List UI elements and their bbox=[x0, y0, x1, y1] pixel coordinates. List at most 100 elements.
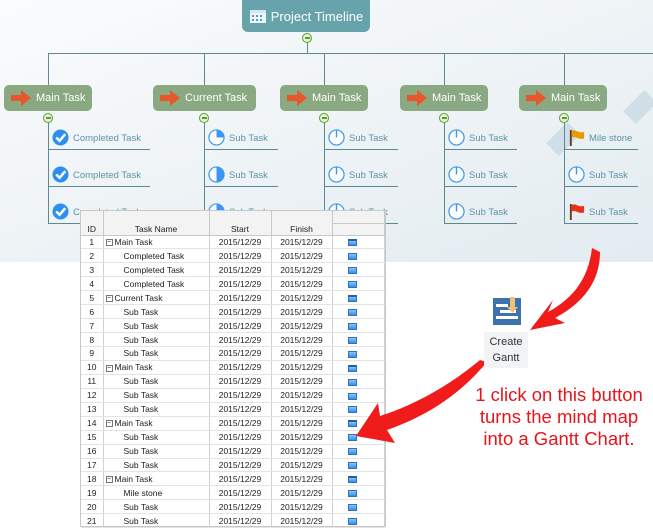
finish-date[interactable]: 2015/12/29 bbox=[271, 513, 333, 528]
gantt-bar[interactable] bbox=[347, 364, 357, 372]
finish-date[interactable]: 2015/12/29 bbox=[271, 360, 333, 375]
table-row[interactable]: 11 Sub Task 2015/12/29 2015/12/29 bbox=[81, 374, 385, 389]
table-row[interactable]: 20 Sub Task 2015/12/29 2015/12/29 bbox=[81, 499, 385, 515]
start-date[interactable]: 2015/12/29 bbox=[209, 318, 272, 334]
gantt-bar[interactable] bbox=[347, 476, 357, 484]
table-row[interactable]: 10− Main Task 2015/12/29 2015/12/29 bbox=[81, 360, 385, 375]
finish-date[interactable]: 2015/12/29 bbox=[271, 471, 333, 487]
collapse-toggle[interactable] bbox=[199, 113, 209, 123]
collapse-toggle[interactable] bbox=[559, 113, 569, 123]
table-row[interactable]: 6 Sub Task 2015/12/29 2015/12/29 bbox=[81, 304, 385, 320]
table-row[interactable]: 16 Sub Task 2015/12/29 2015/12/29 bbox=[81, 444, 385, 459]
collapse-box-icon[interactable]: − bbox=[105, 294, 113, 302]
gantt-bar[interactable] bbox=[347, 517, 357, 525]
branch-node[interactable]: Current Task bbox=[153, 85, 256, 111]
gantt-bar[interactable] bbox=[347, 378, 357, 386]
start-date[interactable]: 2015/12/29 bbox=[209, 332, 272, 347]
gantt-bar[interactable] bbox=[347, 336, 357, 344]
sub-topic[interactable]: Sub Task bbox=[204, 165, 278, 187]
table-row[interactable]: 13 Sub Task 2015/12/29 2015/12/29 bbox=[81, 402, 385, 417]
table-row[interactable]: 4 Completed Task 2015/12/29 2015/12/29 bbox=[81, 276, 385, 292]
start-date[interactable]: 2015/12/29 bbox=[209, 290, 272, 306]
table-row[interactable]: 3 Completed Task 2015/12/29 2015/12/29 bbox=[81, 262, 385, 278]
finish-date[interactable]: 2015/12/29 bbox=[271, 235, 333, 250]
start-date[interactable]: 2015/12/29 bbox=[209, 444, 272, 459]
gantt-bar[interactable] bbox=[347, 490, 357, 498]
col-header-id[interactable]: ID bbox=[81, 211, 104, 236]
create-gantt-button[interactable]: Create Gantt bbox=[484, 296, 528, 368]
start-date[interactable]: 2015/12/29 bbox=[209, 346, 272, 361]
table-row[interactable]: 8 Sub Task 2015/12/29 2015/12/29 bbox=[81, 332, 385, 347]
table-row[interactable]: 7 Sub Task 2015/12/29 2015/12/29 bbox=[81, 318, 385, 334]
collapse-toggle[interactable] bbox=[302, 33, 312, 43]
gantt-bar[interactable] bbox=[347, 462, 357, 470]
task-name-cell[interactable]: Completed Task bbox=[103, 276, 210, 292]
gantt-bar[interactable] bbox=[347, 308, 357, 316]
task-name-cell[interactable]: Sub Task bbox=[103, 513, 210, 528]
sub-topic[interactable]: Completed Task bbox=[48, 165, 150, 187]
start-date[interactable]: 2015/12/29 bbox=[209, 430, 272, 445]
gantt-bar[interactable] bbox=[347, 267, 357, 275]
start-date[interactable]: 2015/12/29 bbox=[209, 402, 272, 417]
task-name-cell[interactable]: − Main Task bbox=[103, 235, 210, 250]
sub-topic[interactable]: Sub Task bbox=[204, 128, 278, 150]
task-name-cell[interactable]: Sub Task bbox=[103, 318, 210, 334]
sub-topic[interactable]: Sub Task bbox=[324, 165, 398, 187]
sub-topic[interactable]: Sub Task bbox=[444, 128, 517, 150]
start-date[interactable]: 2015/12/29 bbox=[209, 276, 272, 292]
table-row[interactable]: 1− Main Task 2015/12/29 2015/12/29 bbox=[81, 235, 385, 250]
task-name-cell[interactable]: Sub Task bbox=[103, 430, 210, 445]
task-name-cell[interactable]: Sub Task bbox=[103, 346, 210, 361]
finish-date[interactable]: 2015/12/29 bbox=[271, 444, 333, 459]
table-row[interactable]: 14− Main Task 2015/12/29 2015/12/29 bbox=[81, 416, 385, 431]
finish-date[interactable]: 2015/12/29 bbox=[271, 276, 333, 292]
finish-date[interactable]: 2015/12/29 bbox=[271, 499, 333, 515]
finish-date[interactable]: 2015/12/29 bbox=[271, 346, 333, 361]
start-date[interactable]: 2015/12/29 bbox=[209, 235, 272, 250]
task-name-cell[interactable]: Sub Task bbox=[103, 388, 210, 403]
finish-date[interactable]: 2015/12/29 bbox=[271, 458, 333, 473]
gantt-bar[interactable] bbox=[347, 294, 357, 302]
task-name-cell[interactable]: Sub Task bbox=[103, 458, 210, 473]
finish-date[interactable]: 2015/12/29 bbox=[271, 290, 333, 306]
task-name-cell[interactable]: − Main Task bbox=[103, 471, 210, 487]
task-name-cell[interactable]: − Main Task bbox=[103, 360, 210, 375]
finish-date[interactable]: 2015/12/29 bbox=[271, 402, 333, 417]
col-header-finish[interactable]: Finish bbox=[271, 211, 333, 236]
start-date[interactable]: 2015/12/29 bbox=[209, 485, 272, 501]
finish-date[interactable]: 2015/12/29 bbox=[271, 416, 333, 431]
sub-topic[interactable]: Sub Task bbox=[564, 203, 638, 224]
col-header-task-name[interactable]: Task Name bbox=[103, 211, 210, 236]
sub-topic[interactable]: Sub Task bbox=[324, 128, 398, 150]
table-row[interactable]: 9 Sub Task 2015/12/29 2015/12/29 bbox=[81, 346, 385, 361]
table-row[interactable]: 21 Sub Task 2015/12/29 2015/12/29 bbox=[81, 513, 385, 528]
branch-node[interactable]: Main Task bbox=[280, 85, 368, 111]
finish-date[interactable]: 2015/12/29 bbox=[271, 262, 333, 278]
gantt-bar[interactable] bbox=[347, 253, 357, 261]
gantt-bar[interactable] bbox=[347, 434, 357, 442]
sub-topic[interactable]: Sub Task bbox=[564, 165, 638, 187]
table-row[interactable]: 15 Sub Task 2015/12/29 2015/12/29 bbox=[81, 430, 385, 445]
start-date[interactable]: 2015/12/29 bbox=[209, 304, 272, 320]
gantt-bar[interactable] bbox=[347, 322, 357, 330]
branch-node[interactable]: Main Task bbox=[519, 85, 607, 111]
task-name-cell[interactable]: Sub Task bbox=[103, 402, 210, 417]
task-name-cell[interactable]: Sub Task bbox=[103, 499, 210, 515]
finish-date[interactable]: 2015/12/29 bbox=[271, 374, 333, 389]
task-name-cell[interactable]: Completed Task bbox=[103, 248, 210, 264]
collapse-box-icon[interactable]: − bbox=[105, 476, 113, 484]
sub-topic[interactable]: Completed Task bbox=[48, 128, 150, 150]
branch-node[interactable]: Main Task bbox=[400, 85, 488, 111]
start-date[interactable]: 2015/12/29 bbox=[209, 248, 272, 264]
finish-date[interactable]: 2015/12/29 bbox=[271, 318, 333, 334]
collapse-toggle[interactable] bbox=[319, 113, 329, 123]
table-row[interactable]: 19 Mile stone 2015/12/29 2015/12/29 bbox=[81, 485, 385, 501]
collapse-box-icon[interactable]: − bbox=[105, 364, 113, 372]
task-name-cell[interactable]: − Main Task bbox=[103, 416, 210, 431]
gantt-bar[interactable] bbox=[347, 420, 357, 428]
start-date[interactable]: 2015/12/29 bbox=[209, 360, 272, 375]
sub-topic[interactable]: Mile stone bbox=[564, 129, 638, 150]
gantt-bar[interactable] bbox=[347, 504, 357, 512]
start-date[interactable]: 2015/12/29 bbox=[209, 262, 272, 278]
task-name-cell[interactable]: Completed Task bbox=[103, 262, 210, 278]
